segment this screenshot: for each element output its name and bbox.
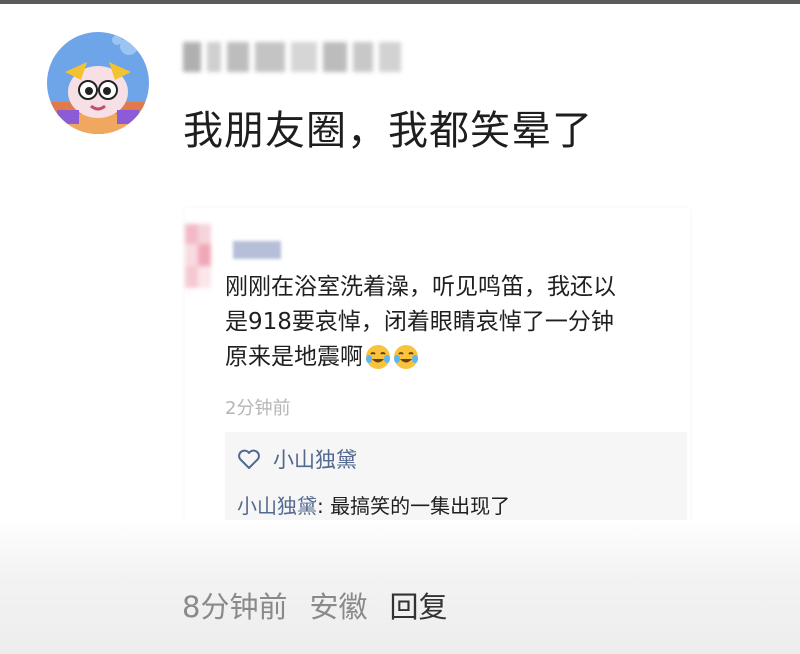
comment-row: 小山独黛: 最搞笑的一集出现了 [237, 490, 510, 519]
user-avatar[interactable] [47, 32, 149, 134]
moment-line-3-text: 原来是地震啊 [225, 344, 363, 370]
post-text: 我朋友圈，我都笑晕了 [183, 108, 593, 154]
comment-author[interactable]: 小山独黛 [237, 494, 317, 518]
embedded-username-redacted [233, 241, 281, 259]
moment-line-2: 是918要哀悼，闭着眼睛哀悼了一分钟 [225, 309, 614, 335]
embedded-moment-time: 2分钟前 [225, 398, 291, 419]
embedded-avatar-redacted [185, 224, 211, 308]
heart-icon [238, 449, 260, 469]
username-redacted [183, 38, 438, 76]
likes-comments-box: 小山独黛 小山独黛: 最搞笑的一集出现了 [225, 432, 687, 528]
reply-button[interactable]: 回复 [389, 584, 447, 626]
comment-screen: 我朋友圈，我都笑晕了 刚刚在浴室洗着澡，听见鸣笛，我还以 是918要哀悼，闭着眼… [0, 0, 800, 654]
moment-line-1: 刚刚在浴室洗着澡，听见鸣笛，我还以 [225, 274, 616, 300]
top-divider [0, 0, 800, 4]
moment-line-3: 原来是地震啊 [225, 340, 695, 375]
cartoon-avatar-icon [47, 32, 149, 134]
embedded-moment-text: 刚刚在浴室洗着澡，听见鸣笛，我还以 是918要哀悼，闭着眼睛哀悼了一分钟 原来是… [225, 270, 695, 375]
comment-time: 8分钟前 [182, 590, 288, 624]
embedded-moment-screenshot[interactable]: 刚刚在浴室洗着澡，听见鸣笛，我还以 是918要哀悼，闭着眼睛哀悼了一分钟 原来是… [185, 208, 690, 538]
comment-text: 最搞笑的一集出现了 [330, 494, 511, 518]
like-row: 小山独黛 [237, 442, 357, 476]
comment-separator: : [317, 494, 331, 518]
comment-footer: 8分钟前 安徽 回复 [182, 584, 447, 626]
comment-location: 安徽 [309, 590, 368, 624]
laughing-crying-emoji-icon [394, 345, 418, 369]
like-user-name[interactable]: 小山独黛 [273, 444, 357, 474]
laughing-crying-emoji-icon [366, 345, 390, 369]
